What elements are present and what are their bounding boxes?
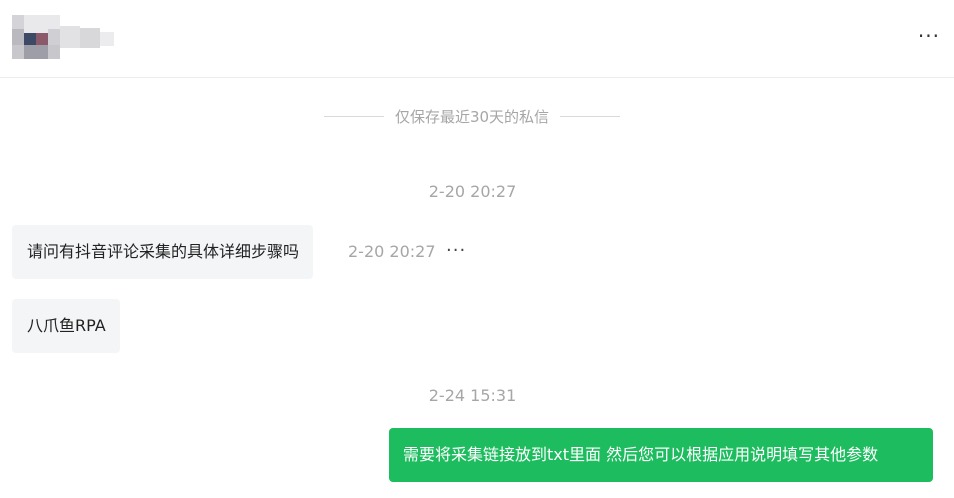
message-time: 2-20 20:27 bbox=[348, 242, 436, 261]
incoming-message-bubble[interactable]: 请问有抖音评论采集的具体详细步骤吗 bbox=[12, 225, 314, 279]
retention-notice-text: 仅保存最近30天的私信 bbox=[394, 107, 550, 126]
chat-window: ··· 仅保存最近30天的私信 2-20 20:27 请问有抖音评论采集的具体详… bbox=[0, 0, 954, 498]
contact-name-blurred bbox=[60, 22, 120, 52]
message-text: 请问有抖音评论采集的具体详细步骤吗 bbox=[27, 242, 300, 261]
message-timestamp: 2-24 15:31 bbox=[428, 386, 517, 405]
retention-notice: 仅保存最近30天的私信 bbox=[313, 106, 631, 126]
more-options-icon[interactable]: ··· bbox=[918, 26, 940, 46]
message-timestamp: 2-20 20:27 bbox=[428, 182, 517, 201]
avatar[interactable] bbox=[12, 15, 60, 59]
outgoing-message-bubble[interactable]: 需要将采集链接放到txt里面 然后您可以根据应用说明填写其他参数 bbox=[389, 428, 933, 482]
message-text: 需要将采集链接放到txt里面 然后您可以根据应用说明填写其他参数 bbox=[403, 445, 879, 464]
divider-line-right bbox=[560, 115, 621, 117]
message-text: 八爪鱼RPA bbox=[27, 316, 106, 335]
incoming-message-bubble[interactable]: 八爪鱼RPA bbox=[12, 299, 120, 353]
message-more-icon[interactable]: ··· bbox=[446, 241, 466, 261]
chat-header: ··· bbox=[0, 0, 954, 78]
divider-line-left bbox=[323, 115, 384, 117]
